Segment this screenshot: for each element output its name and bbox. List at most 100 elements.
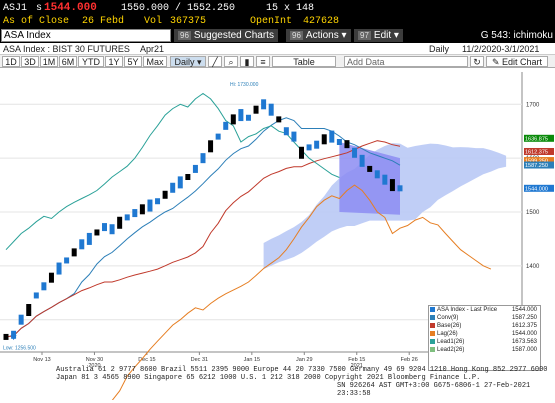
edit-menu[interactable]: 97 Edit ▾: [354, 29, 403, 42]
legend-swatch: [430, 322, 435, 328]
menu-label: Actions: [305, 30, 339, 41]
trade-size: 15 x 148: [266, 3, 315, 14]
chart-type-icon[interactable]: ▮: [240, 56, 254, 67]
footer-line-2: Japan 81 3 4565 8900 Singapore 65 6212 1…: [56, 374, 481, 382]
footer-contacts: Australia 61 2 9777 8600 Brazil 5511 239…: [0, 366, 555, 398]
candle: [359, 154, 365, 167]
candle: [261, 99, 267, 110]
bid-prefix: s: [36, 3, 43, 14]
x-tick-label: Nov 13: [33, 357, 50, 363]
ticker-code: ASJ1: [3, 3, 28, 14]
chevron-down-icon: ▾: [338, 30, 347, 41]
draw-line-icon[interactable]: ╱: [208, 56, 222, 67]
security-row: ASA Index : BIST 30 FUTURES Apr21 Daily …: [0, 43, 555, 55]
pencil-icon: ✎: [491, 57, 502, 67]
candle: [352, 147, 358, 158]
candle: [117, 216, 123, 229]
period-ytd-button[interactable]: YTD: [78, 56, 104, 67]
price-label: 1636.875: [525, 136, 548, 142]
candle: [41, 282, 47, 291]
legend-row: Conv(9) 1587.250: [429, 314, 540, 322]
legend-label: Conv(9): [437, 315, 459, 321]
y-tick-label: 1700: [526, 102, 540, 108]
candle: [26, 304, 32, 316]
candle: [177, 176, 183, 189]
edit-chart-label: Edit Chart: [502, 57, 543, 67]
candle: [397, 185, 403, 192]
legend-row: Lead2(26) 1587.000: [429, 346, 540, 354]
actions-menu[interactable]: 96 Actions ▾: [286, 29, 351, 42]
legend-value: 1544.000: [511, 331, 537, 337]
candle: [321, 134, 327, 145]
candle: [132, 209, 138, 218]
period-max-button[interactable]: Max: [143, 56, 167, 67]
date-range: 11/2/2020-3/1/2021: [462, 44, 540, 54]
y-tick-label: 1400: [526, 264, 540, 270]
period-3d-button[interactable]: 3D: [21, 56, 39, 67]
candle: [79, 239, 85, 250]
legend-swatch: [430, 338, 435, 344]
candle: [283, 127, 289, 136]
period-5y-button[interactable]: 5Y: [124, 56, 142, 67]
chevron-down-icon: ▾: [391, 30, 399, 41]
candle: [367, 165, 373, 172]
candle: [389, 179, 395, 192]
command-bar: ASA Index 96 Suggested Charts 96 Actions ▾…: [0, 28, 555, 43]
legend-row: ASA Index - Last Price 1544.000: [429, 306, 540, 314]
candle: [215, 133, 221, 140]
candle: [374, 170, 380, 179]
legend-row: Lead1(26) 1673.563: [429, 338, 540, 346]
table-button[interactable]: Table: [272, 56, 336, 67]
legend-label: Lag(26): [437, 331, 458, 337]
add-data-input[interactable]: Add Data: [344, 56, 468, 67]
legend-swatch: [430, 314, 435, 320]
low-annotation: Low: 1256.500: [3, 345, 36, 351]
refresh-icon[interactable]: ↻: [470, 56, 484, 67]
edit-chart-button[interactable]: ✎ Edit Chart: [486, 56, 548, 67]
frequency-select[interactable]: Daily ▾: [170, 56, 206, 67]
candle: [336, 139, 342, 145]
candle: [223, 121, 229, 130]
chart-legend: ASA Index - Last Price 1544.000 Conv(9) 15…: [428, 305, 541, 371]
frequency-value: Daily: [174, 57, 195, 67]
candle: [33, 292, 39, 299]
candle: [192, 164, 198, 173]
candle: [124, 214, 130, 221]
legend-value: 1587.000: [511, 347, 537, 353]
period-1y-button[interactable]: 1Y: [105, 56, 123, 67]
suggested-charts-menu[interactable]: 96 Suggested Charts: [174, 29, 278, 42]
volume-value: 367375: [170, 16, 207, 27]
candle: [18, 314, 24, 325]
footer-line-1: Australia 61 2 9777 8600 Brazil 5511 239…: [56, 366, 548, 374]
zoom-icon[interactable]: ⌕: [224, 56, 238, 67]
legend-swatch: [430, 346, 435, 352]
candle: [109, 224, 115, 235]
settings-icon[interactable]: ≡: [256, 56, 270, 67]
price-label: 1544.000: [525, 186, 548, 192]
menu-number: 96: [178, 31, 191, 40]
lagging-line: [5, 92, 340, 251]
candle: [3, 333, 9, 340]
period-6m-button[interactable]: 6M: [59, 56, 77, 67]
candle: [102, 223, 107, 232]
security-description: ASA Index : BIST 30 FUTURES: [3, 44, 130, 54]
menu-label: Edit: [373, 30, 392, 41]
legend-value: 1544.000: [511, 307, 537, 313]
period-1d-button[interactable]: 1D: [2, 56, 20, 67]
candle: [314, 140, 320, 149]
legend-row: Base(26) 1612.375: [429, 322, 540, 330]
price-label: 1612.375: [525, 149, 548, 155]
legend-swatch: [430, 306, 435, 312]
security-input[interactable]: ASA Index: [1, 29, 171, 42]
contract-month: Apr21: [140, 44, 165, 54]
candle: [56, 262, 62, 275]
candle: [200, 153, 206, 164]
candle: [230, 114, 236, 125]
candle: [71, 248, 77, 257]
period-1m-button[interactable]: 1M: [40, 56, 58, 67]
asof-date: 26 Febd: [82, 16, 125, 27]
period-label: Daily: [429, 44, 450, 54]
candle: [139, 204, 145, 215]
volume-label: Vol: [144, 16, 163, 27]
chart-toolbar: 1D 3D 1M 6M YTD 1Y 5Y Max Daily ▾ ╱ ⌕ ▮ …: [0, 55, 555, 68]
